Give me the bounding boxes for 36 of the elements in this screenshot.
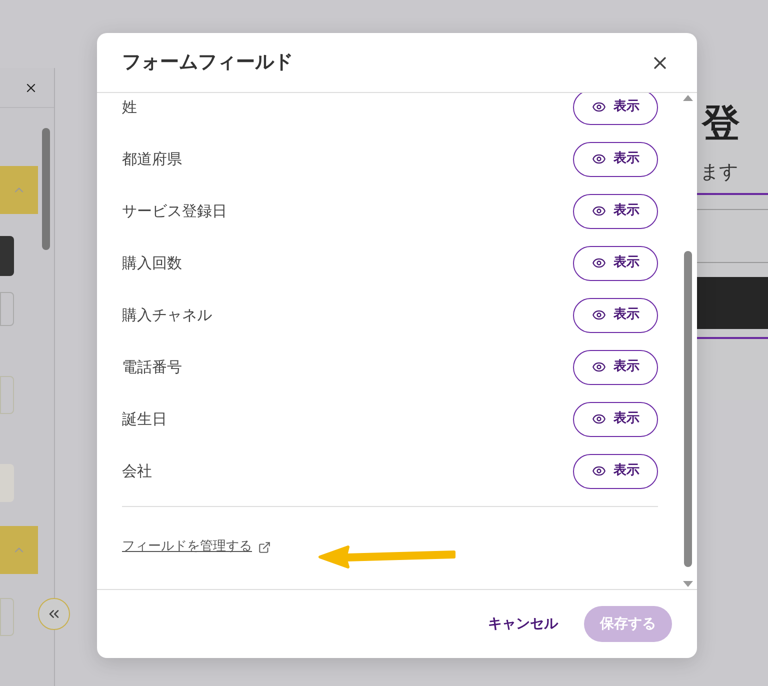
eye-icon (592, 152, 606, 166)
show-button[interactable]: 表示 (573, 246, 658, 280)
field-name: 購入チャネル (122, 304, 212, 326)
field-name: 電話番号 (122, 356, 182, 378)
scroll-up-icon[interactable] (683, 95, 693, 101)
show-button[interactable]: 表示 (573, 454, 658, 488)
eye-icon (592, 360, 606, 374)
dialog-title: フォームフィールド (122, 50, 293, 76)
show-button[interactable]: 表示 (573, 298, 658, 332)
show-button[interactable]: 表示 (573, 194, 658, 228)
field-name: サービス登録日 (122, 200, 227, 222)
scrollbar[interactable] (683, 95, 693, 587)
show-button[interactable]: 表示 (573, 350, 658, 384)
external-link-icon (258, 540, 271, 554)
field-name: 姓 (122, 96, 137, 118)
eye-icon (592, 464, 606, 478)
scroll-down-icon[interactable] (683, 581, 693, 587)
manage-fields-link[interactable]: フィールドを管理する (122, 537, 252, 557)
eye-icon (592, 100, 606, 114)
preview-heading: 登 (702, 104, 741, 142)
preview-subtitle: ます (700, 160, 739, 185)
field-name: 都道府県 (122, 148, 182, 170)
show-button[interactable]: 表示 (573, 93, 658, 124)
show-button[interactable]: 表示 (573, 142, 658, 176)
dark-tile (0, 236, 14, 276)
eye-icon (592, 412, 606, 426)
cancel-button[interactable]: キャンセル (488, 606, 558, 642)
field-name: 誕生日 (122, 408, 167, 430)
scrollbar-thumb[interactable] (42, 128, 50, 250)
collapse-button[interactable] (38, 598, 70, 630)
eye-icon (592, 204, 606, 218)
eye-icon (592, 308, 606, 322)
eye-icon (592, 256, 606, 270)
field-name: 購入回数 (122, 252, 182, 274)
field-name: 会社 (122, 460, 152, 482)
show-button[interactable]: 表示 (573, 402, 658, 436)
